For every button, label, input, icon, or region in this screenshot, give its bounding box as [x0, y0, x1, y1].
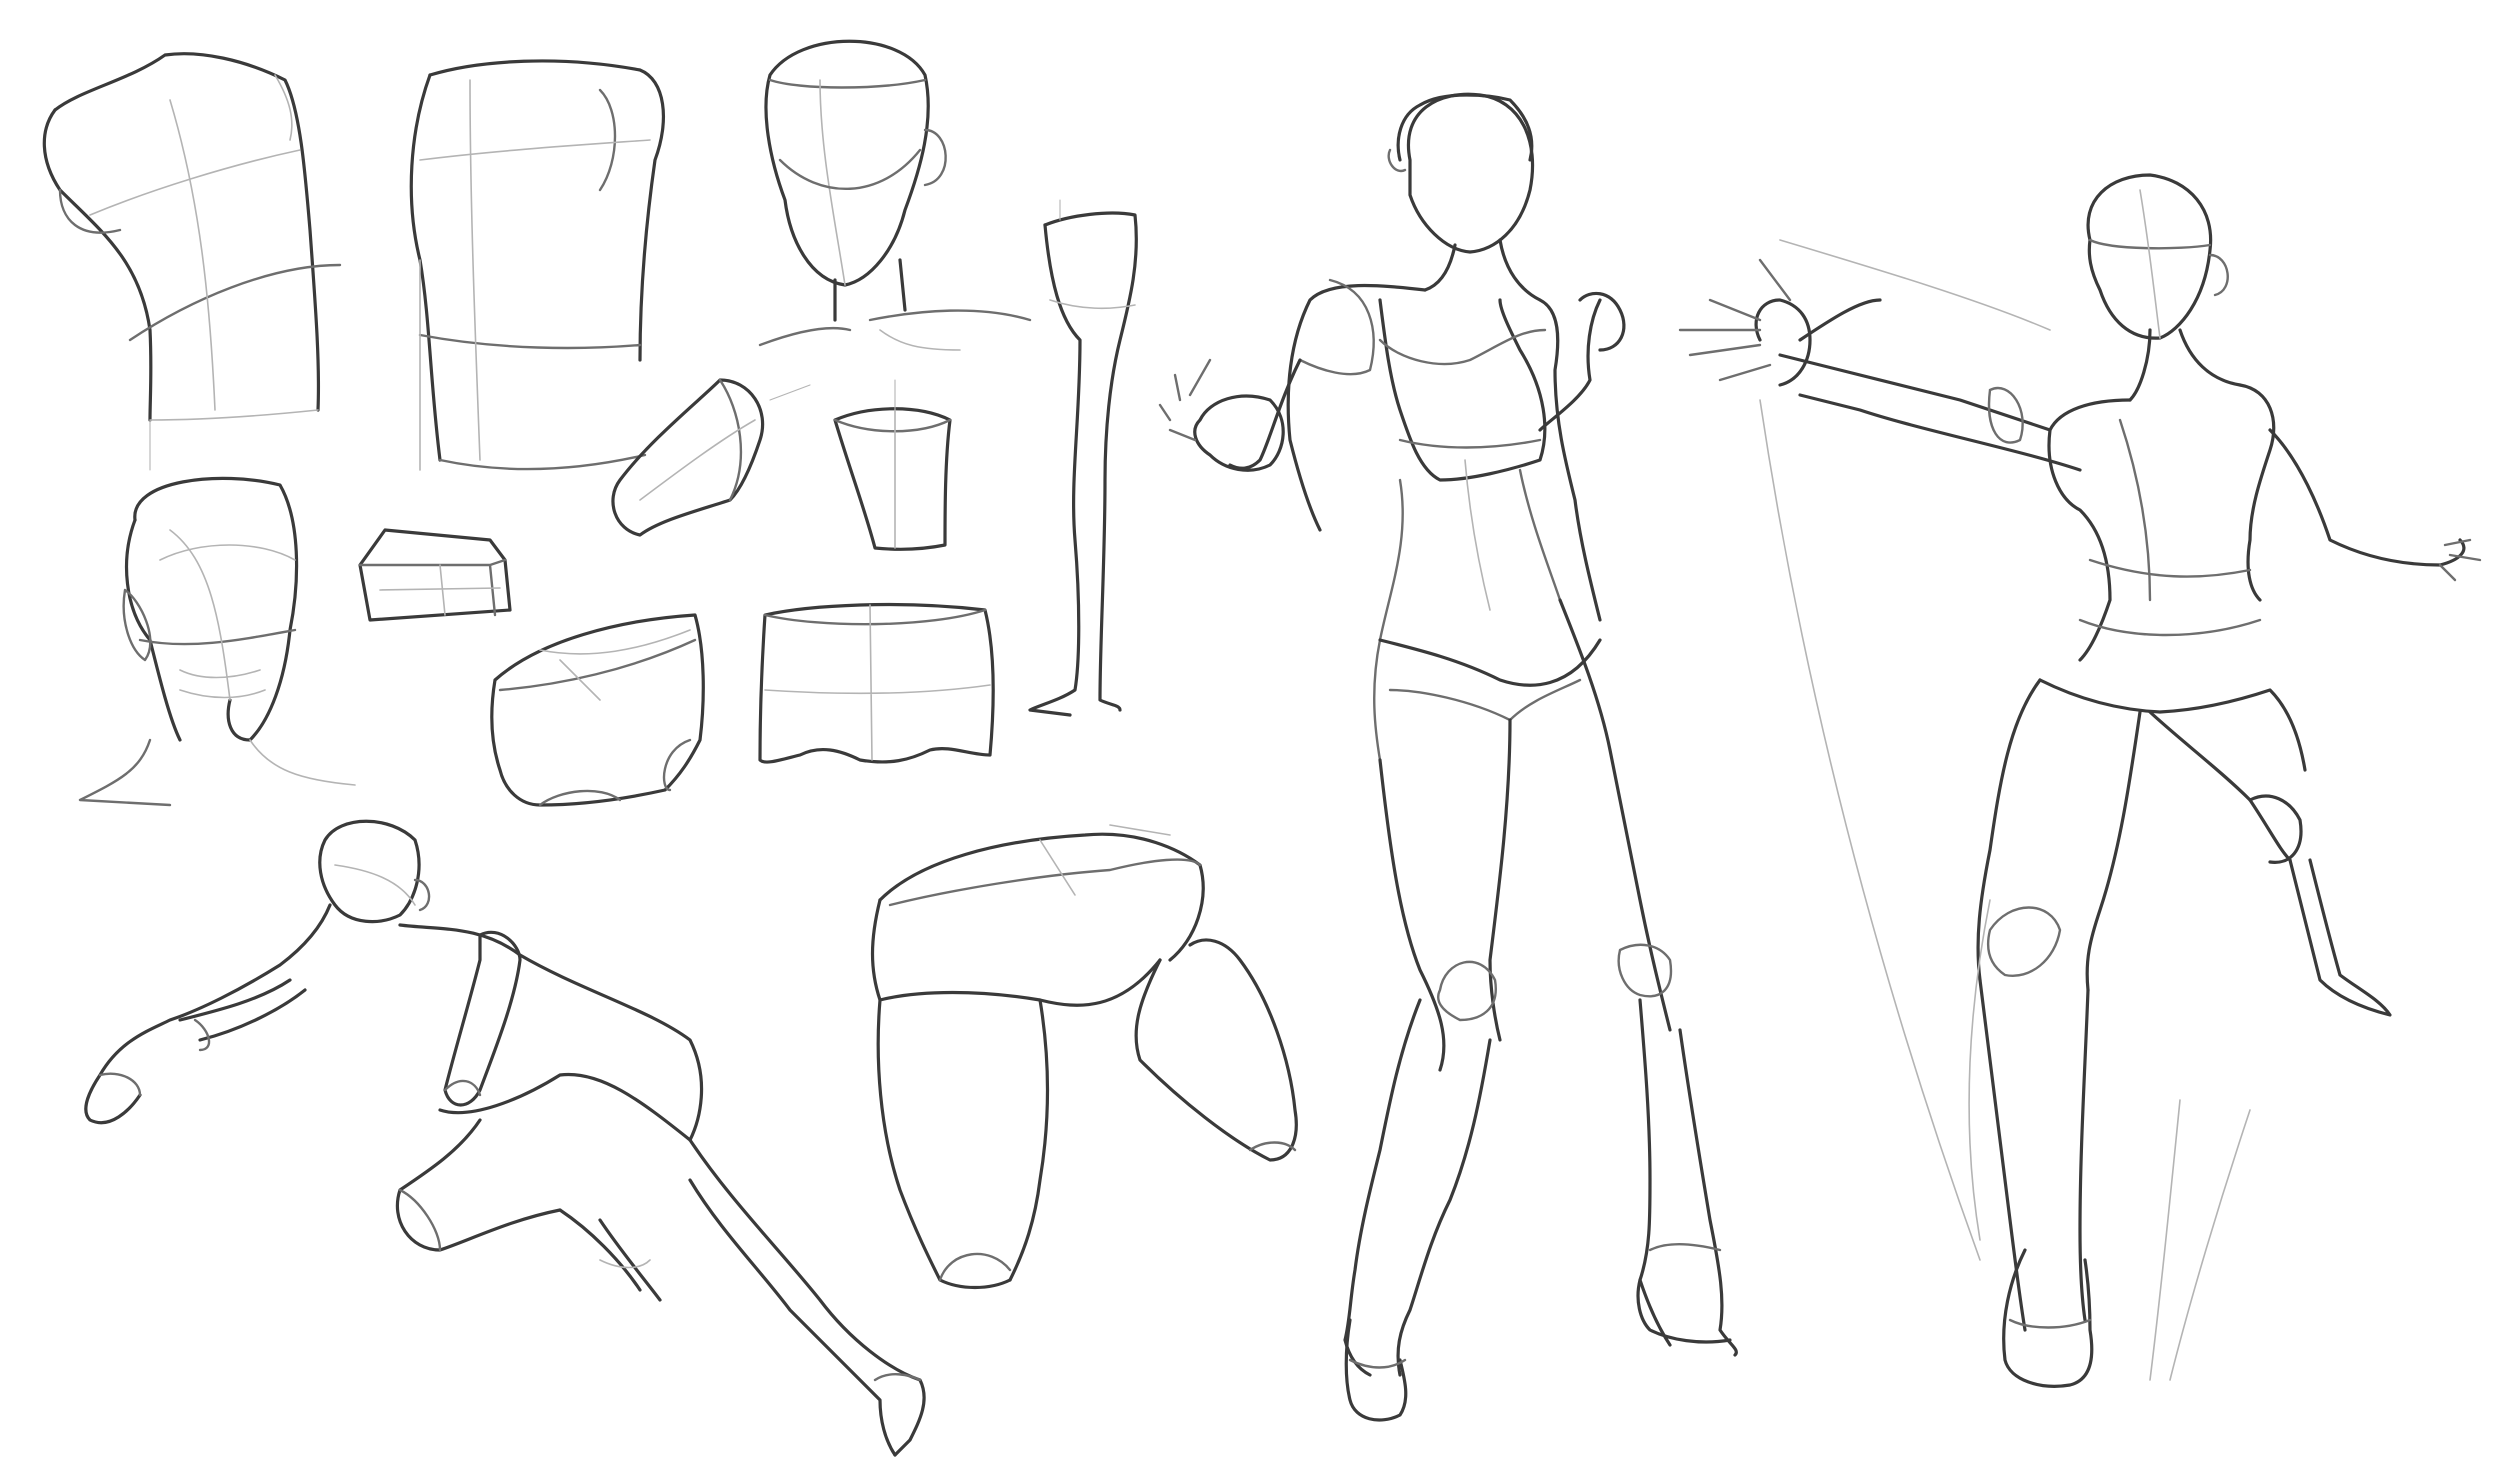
arm-leg-sketch	[1028, 199, 1138, 717]
standing-woman-sketch	[1158, 92, 1738, 1422]
crouching-figure-sketch	[84, 819, 926, 1457]
figure-drawing-sketch	[42, 39, 2482, 1457]
tapered-cylinder-sketch	[611, 378, 811, 537]
head-neck-front-sketch	[758, 39, 1032, 351]
sketch-canvas	[0, 0, 2500, 1463]
torso-front-sketch	[42, 52, 342, 471]
pelvis-box-sketch	[490, 613, 705, 807]
reaching-figure-sketch	[1678, 173, 2482, 1388]
box-sketch	[358, 528, 512, 622]
pelvis-front-sketch	[758, 602, 995, 764]
cup-shape-sketch	[833, 379, 952, 551]
hips-thighs-sketch	[870, 824, 1298, 1290]
torso-back-sketch	[409, 59, 666, 471]
head-three-quarter-sketch	[78, 476, 356, 807]
